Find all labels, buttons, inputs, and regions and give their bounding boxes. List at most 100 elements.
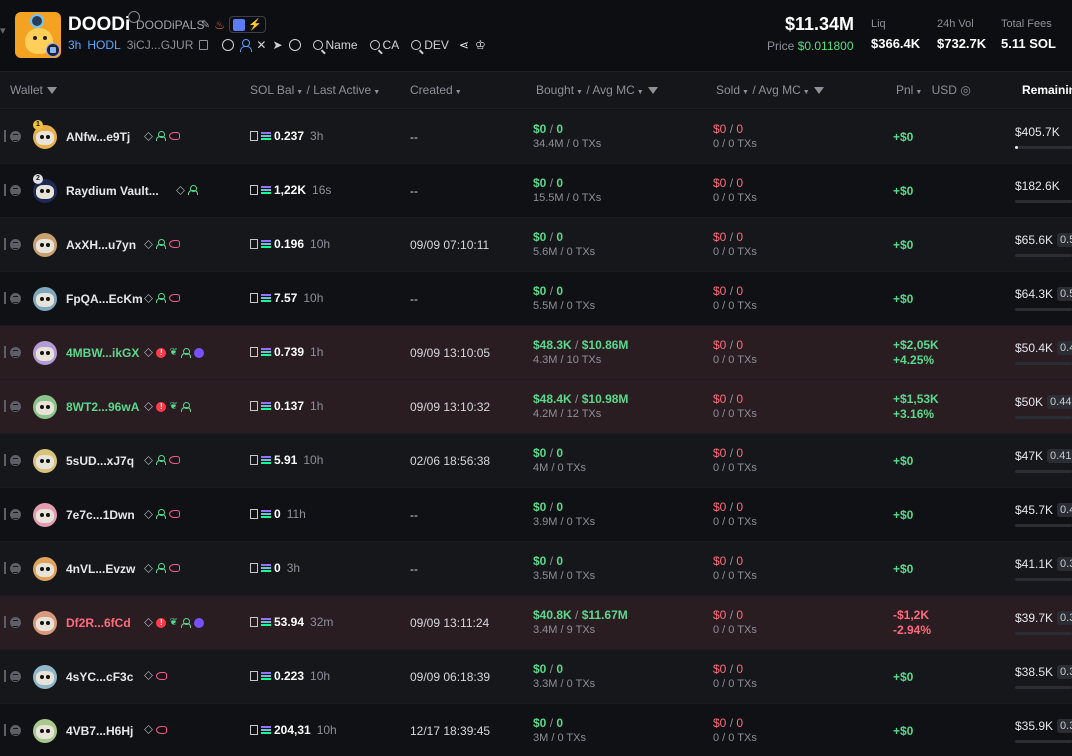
row-menu-icon[interactable] (10, 131, 21, 142)
avatar[interactable] (33, 233, 57, 257)
table-row[interactable]: 1 ANfw...e9Tj 0.237 3h -- $0 / 0 34.4M /… (0, 110, 1072, 164)
filter-icon[interactable] (46, 87, 57, 95)
col-wallet[interactable]: Wallet (10, 83, 57, 97)
wallet-name[interactable]: 4MBW...ikGX (66, 346, 139, 360)
crown-icon[interactable]: ♔ (475, 38, 486, 52)
row-menu-icon[interactable] (10, 293, 21, 304)
table-row[interactable]: 4sYC...cF3c 0.223 10h 09/09 06:18:39 $0 … (0, 650, 1072, 704)
search-name-link[interactable]: Name (312, 38, 358, 52)
table-row[interactable]: 4VB7...H6Hj 204,31 10h 12/17 18:39:45 $0… (0, 704, 1072, 756)
row-menu-icon[interactable] (10, 347, 21, 358)
token-image[interactable] (15, 12, 61, 58)
wallet-name[interactable]: 4VB7...H6Hj (66, 724, 133, 738)
wallet-name[interactable]: 8WT2...96wA (66, 400, 139, 414)
edit-icon[interactable]: ✎ (201, 18, 210, 31)
remaining-percent: 0.4 (1057, 341, 1072, 355)
collapse-edge-icon[interactable]: ▾ (0, 24, 6, 37)
sold-sub: 0 / 0 TXs (713, 732, 757, 744)
avatar[interactable] (33, 287, 57, 311)
stat-label-liq: Liq (871, 18, 886, 30)
row-menu-icon[interactable] (10, 185, 21, 196)
search-dev-link[interactable]: DEV (411, 38, 449, 52)
bought-amount: $0 / 0 (533, 122, 564, 136)
table-row[interactable]: AxXH...u7yn 0.196 10h 09/09 07:10:11 $0 … (0, 218, 1072, 272)
edit-icon[interactable] (144, 239, 154, 249)
table-row[interactable]: Df2R...6fCd ! ❦ 53.94 32m 09/09 13:11:24 … (0, 596, 1072, 650)
avatar[interactable] (33, 395, 57, 419)
wallet-name[interactable]: 4nVL...Evzw (66, 562, 135, 576)
edit-icon[interactable] (144, 131, 154, 141)
row-menu-icon[interactable] (10, 455, 21, 466)
wallet-name[interactable]: 7e7c...1Dwn (66, 508, 135, 522)
row-menu-icon[interactable] (10, 401, 21, 412)
wallet-name[interactable]: 4sYC...cF3c (66, 670, 133, 684)
avatar[interactable] (33, 611, 57, 635)
sort-caret-icon: ▼ (636, 89, 644, 96)
solana-icon (261, 402, 271, 410)
edit-icon[interactable] (176, 185, 186, 195)
row-menu-icon[interactable] (10, 509, 21, 520)
filter-icon[interactable] (647, 87, 658, 95)
share-icon[interactable]: ⋖ (459, 38, 469, 52)
avatar[interactable] (33, 665, 57, 689)
wallet-name[interactable]: FpQA...EcKm (66, 292, 143, 306)
edit-icon[interactable] (144, 671, 154, 680)
row-menu-icon[interactable] (10, 671, 21, 682)
filter-icon[interactable] (813, 87, 824, 95)
fish-icon (169, 294, 181, 302)
copy-icon[interactable] (199, 40, 209, 50)
col-sol-bal[interactable]: SOL Bal ▼ / Last Active ▼ (250, 83, 380, 97)
token-address[interactable]: 3iCJ...GJUR (127, 38, 194, 52)
social-pill[interactable]: ⚡ (228, 16, 266, 33)
row-menu-icon[interactable] (10, 617, 21, 628)
col-remaining[interactable]: Remaining (1022, 83, 1072, 97)
sort-caret-icon: ▼ (454, 89, 462, 96)
col-bought[interactable]: Bought ▼ / Avg MC ▼ (536, 83, 658, 97)
table-row[interactable]: 4MBW...ikGX ! ❦ 0.739 1h 09/09 13:10:05 $… (0, 326, 1072, 380)
currency-toggle-icon[interactable]: ◎ (960, 83, 970, 97)
edit-icon[interactable] (144, 725, 154, 734)
table-row[interactable]: 2 Raydium Vault... 1,22K 16s -- $0 / 0 1… (0, 164, 1072, 218)
wallet-name[interactable]: AxXH...u7yn (66, 238, 136, 252)
edit-icon[interactable] (144, 563, 154, 573)
wallet-name[interactable]: Raydium Vault... (66, 184, 159, 198)
globe-icon[interactable] (222, 39, 235, 51)
row-menu-icon[interactable] (10, 239, 21, 250)
wallet-name[interactable]: Df2R...6fCd (66, 616, 131, 630)
wallet-platform-icon (250, 509, 258, 519)
row-menu-icon[interactable] (10, 725, 21, 736)
avatar[interactable] (33, 341, 57, 365)
row-edge (0, 508, 6, 520)
edit-icon[interactable] (144, 402, 154, 411)
user-icon (180, 347, 191, 358)
edit-icon[interactable] (144, 293, 154, 303)
row-menu-icon[interactable] (10, 563, 21, 574)
avatar[interactable] (33, 503, 57, 527)
telegram-icon[interactable]: ➤ (272, 38, 282, 52)
avatar[interactable] (33, 557, 57, 581)
community-icon[interactable] (240, 39, 253, 52)
twitter-x-icon[interactable]: ✕ (256, 38, 266, 52)
created-time: -- (410, 184, 418, 198)
col-pnl[interactable]: Pnl ▼ USD ◎ (896, 83, 971, 97)
table-row[interactable]: 4nVL...Evzw 0 3h -- $0 / 0 3.5M / 0 TXs … (0, 542, 1072, 596)
table-row[interactable]: 8WT2...96wA ! ❦ 0.137 1h 09/09 13:10:32 $… (0, 380, 1072, 434)
wallet-name[interactable]: 5sUD...xJ7q (66, 454, 134, 468)
menu-circle-icon[interactable] (288, 39, 301, 51)
search-ca-link[interactable]: CA (369, 38, 399, 52)
edit-icon[interactable] (144, 348, 154, 357)
col-created[interactable]: Created ▼ (410, 83, 462, 97)
wallet-platform-icon (250, 725, 258, 735)
col-sold[interactable]: Sold ▼ / Avg MC ▼ (716, 83, 824, 97)
avatar[interactable] (33, 719, 57, 743)
table-row[interactable]: FpQA...EcKm 7.57 10h -- $0 / 0 5.5M / 0 … (0, 272, 1072, 326)
edit-icon[interactable] (144, 509, 154, 519)
avatar[interactable] (33, 449, 57, 473)
wallet-name[interactable]: ANfw...e9Tj (66, 130, 130, 144)
bought-sub: 3M / 0 TXs (533, 732, 586, 744)
edit-icon[interactable] (144, 455, 154, 465)
table-row[interactable]: 7e7c...1Dwn 0 11h -- $0 / 0 3.9M / 0 TXs… (0, 488, 1072, 542)
edit-icon[interactable] (144, 618, 154, 627)
table-row[interactable]: 5sUD...xJ7q 5.91 10h 02/06 18:56:38 $0 /… (0, 434, 1072, 488)
remaining-value: $405.7K (1015, 125, 1060, 139)
